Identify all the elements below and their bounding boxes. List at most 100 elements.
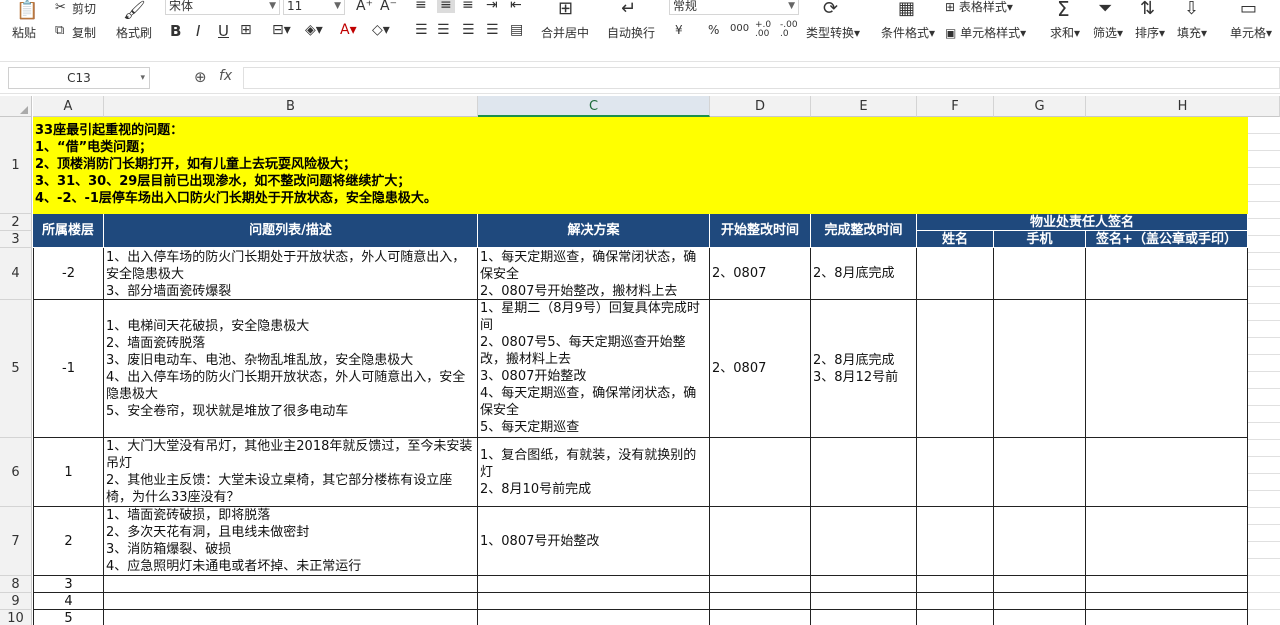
cell-icon[interactable]: ▭ [1240, 0, 1257, 18]
start-cell[interactable] [710, 507, 811, 576]
signature-cell[interactable] [1086, 248, 1248, 300]
start-cell[interactable] [710, 593, 811, 610]
row-header-2[interactable]: 2 [0, 214, 32, 231]
column-header-e[interactable]: E [811, 96, 917, 117]
signature-cell[interactable] [1086, 593, 1248, 610]
font-grow-button[interactable]: A⁺ [356, 0, 373, 14]
align-right-icon[interactable]: ☰ [462, 22, 475, 38]
note-block[interactable]: 33座最引起重视的问题： 1、“借”电类问题； 2、顶楼消防门长期打开，如有儿童… [33, 117, 1248, 214]
start-cell[interactable] [710, 610, 811, 625]
indent-icon[interactable]: ⇥ [486, 0, 498, 13]
currency-button[interactable]: ¥ [675, 23, 683, 37]
phone-cell[interactable] [994, 300, 1086, 438]
row-header-7[interactable]: 7 [0, 507, 32, 576]
filter-icon[interactable]: ⏷ [1098, 0, 1112, 18]
bold-button[interactable]: B [170, 22, 181, 40]
align-top-icon[interactable]: ≡ [415, 0, 427, 13]
name-cell[interactable] [917, 438, 994, 507]
finish-cell[interactable] [811, 593, 917, 610]
conditional-format-button[interactable]: 条件格式▾ [881, 24, 935, 41]
table-style-button[interactable]: ⊞ 表格样式▾ [945, 0, 1013, 15]
type-convert-button[interactable]: 类型转换▾ [806, 24, 860, 41]
name-cell[interactable] [917, 593, 994, 610]
name-cell[interactable] [917, 248, 994, 300]
paste-button[interactable]: 粘贴 [12, 24, 36, 41]
font-name-select[interactable]: 宋体 ▼ [165, 0, 280, 15]
phone-cell[interactable] [994, 593, 1086, 610]
floor-cell[interactable]: 2 [33, 507, 104, 576]
select-all-corner[interactable] [0, 96, 32, 117]
row-header-4[interactable]: 4 [0, 248, 32, 300]
format-painter-icon[interactable]: 🖌 [123, 2, 146, 20]
floor-cell[interactable]: 4 [33, 593, 104, 610]
signature-cell[interactable] [1086, 610, 1248, 625]
fill-button[interactable]: 填充▾ [1177, 24, 1207, 41]
column-header-a[interactable]: A [33, 96, 104, 117]
header-sign-group[interactable]: 物业处责任人签名 [917, 214, 1248, 231]
number-format-select[interactable]: 常规 ▼ [669, 0, 799, 15]
cell-button[interactable]: 单元格▾ [1230, 24, 1272, 41]
start-cell[interactable]: 2、0807 [710, 248, 811, 300]
row-header-1[interactable]: 1 [0, 117, 32, 214]
signature-cell[interactable] [1086, 576, 1248, 593]
paste-icon[interactable]: 📋 [16, 2, 38, 20]
floor-cell[interactable]: 1 [33, 438, 104, 507]
start-cell[interactable] [710, 576, 811, 593]
merge-center-button[interactable]: 合并居中 [541, 24, 589, 41]
italic-button[interactable]: I [196, 22, 200, 40]
align-bottom-icon[interactable]: ≡ [462, 0, 474, 13]
column-header-b[interactable]: B [104, 96, 478, 117]
align-left-icon[interactable]: ☰ [415, 22, 428, 38]
row-header-8[interactable]: 8 [0, 576, 32, 593]
header-name[interactable]: 姓名 [917, 231, 994, 248]
name-cell[interactable] [917, 507, 994, 576]
justify-icon[interactable]: ☰ [486, 22, 499, 38]
sort-button[interactable]: 排序▾ [1135, 24, 1165, 41]
fx-icon[interactable]: fx [219, 68, 232, 84]
cell-style-button[interactable]: ▣ 单元格样式▾ [945, 24, 1026, 41]
row-header-10[interactable]: 10 [0, 610, 32, 625]
column-header-d[interactable]: D [710, 96, 811, 117]
copy-icon[interactable]: ⧉ [55, 24, 64, 37]
header-finish-time[interactable]: 完成整改时间 [811, 214, 917, 248]
fill-color-icon[interactable]: ◈▾ [305, 22, 323, 38]
column-header-c[interactable]: C [478, 96, 710, 117]
issue-cell[interactable]: 1、墙面瓷砖破损，即将脱落 2、多次天花有洞，且电线未做密封 3、消防箱爆裂、破… [104, 507, 478, 576]
signature-cell[interactable] [1086, 438, 1248, 507]
wrap-text-button[interactable]: 自动换行 [607, 24, 655, 41]
phone-cell[interactable] [994, 576, 1086, 593]
header-start-time[interactable]: 开始整改时间 [710, 214, 811, 248]
phone-cell[interactable] [994, 248, 1086, 300]
percent-button[interactable]: % [708, 23, 719, 37]
column-header-g[interactable]: G [994, 96, 1086, 117]
solution-cell[interactable] [478, 593, 710, 610]
format-painter-button[interactable]: 格式刷 [116, 24, 152, 41]
zoom-icon[interactable]: ⊕ [194, 68, 207, 86]
start-cell[interactable]: 2、0807 [710, 300, 811, 438]
name-cell[interactable] [917, 576, 994, 593]
finish-cell[interactable] [811, 507, 917, 576]
floor-cell[interactable]: 3 [33, 576, 104, 593]
finish-cell[interactable]: 2、8月底完成 3、8月12号前 [811, 300, 917, 438]
header-issue[interactable]: 问题列表/描述 [104, 214, 478, 248]
row-header-9[interactable]: 9 [0, 593, 32, 610]
floor-cell[interactable]: -1 [33, 300, 104, 438]
name-cell[interactable] [917, 300, 994, 438]
align-middle-icon[interactable]: ≡ [437, 0, 455, 13]
formula-input[interactable] [243, 67, 1280, 89]
underline-button[interactable]: U [218, 22, 229, 40]
header-solution[interactable]: 解决方案 [478, 214, 710, 248]
fill-icon[interactable]: ⇩ [1184, 0, 1199, 18]
signature-cell[interactable] [1086, 507, 1248, 576]
solution-cell[interactable]: 1、复合图纸，有就装，没有就换别的灯 2、8月10号前完成 [478, 438, 710, 507]
row-header-5[interactable]: 5 [0, 300, 32, 438]
finish-cell[interactable] [811, 438, 917, 507]
solution-cell[interactable]: 1、0807号开始整改 [478, 507, 710, 576]
clear-format-icon[interactable]: ◇▾ [372, 22, 390, 38]
signature-cell[interactable] [1086, 300, 1248, 438]
floor-cell[interactable]: -2 [33, 248, 104, 300]
wrap-icon[interactable]: ↵ [621, 0, 636, 18]
start-cell[interactable] [710, 438, 811, 507]
issue-cell[interactable] [104, 593, 478, 610]
sum-button[interactable]: 求和▾ [1050, 24, 1080, 41]
